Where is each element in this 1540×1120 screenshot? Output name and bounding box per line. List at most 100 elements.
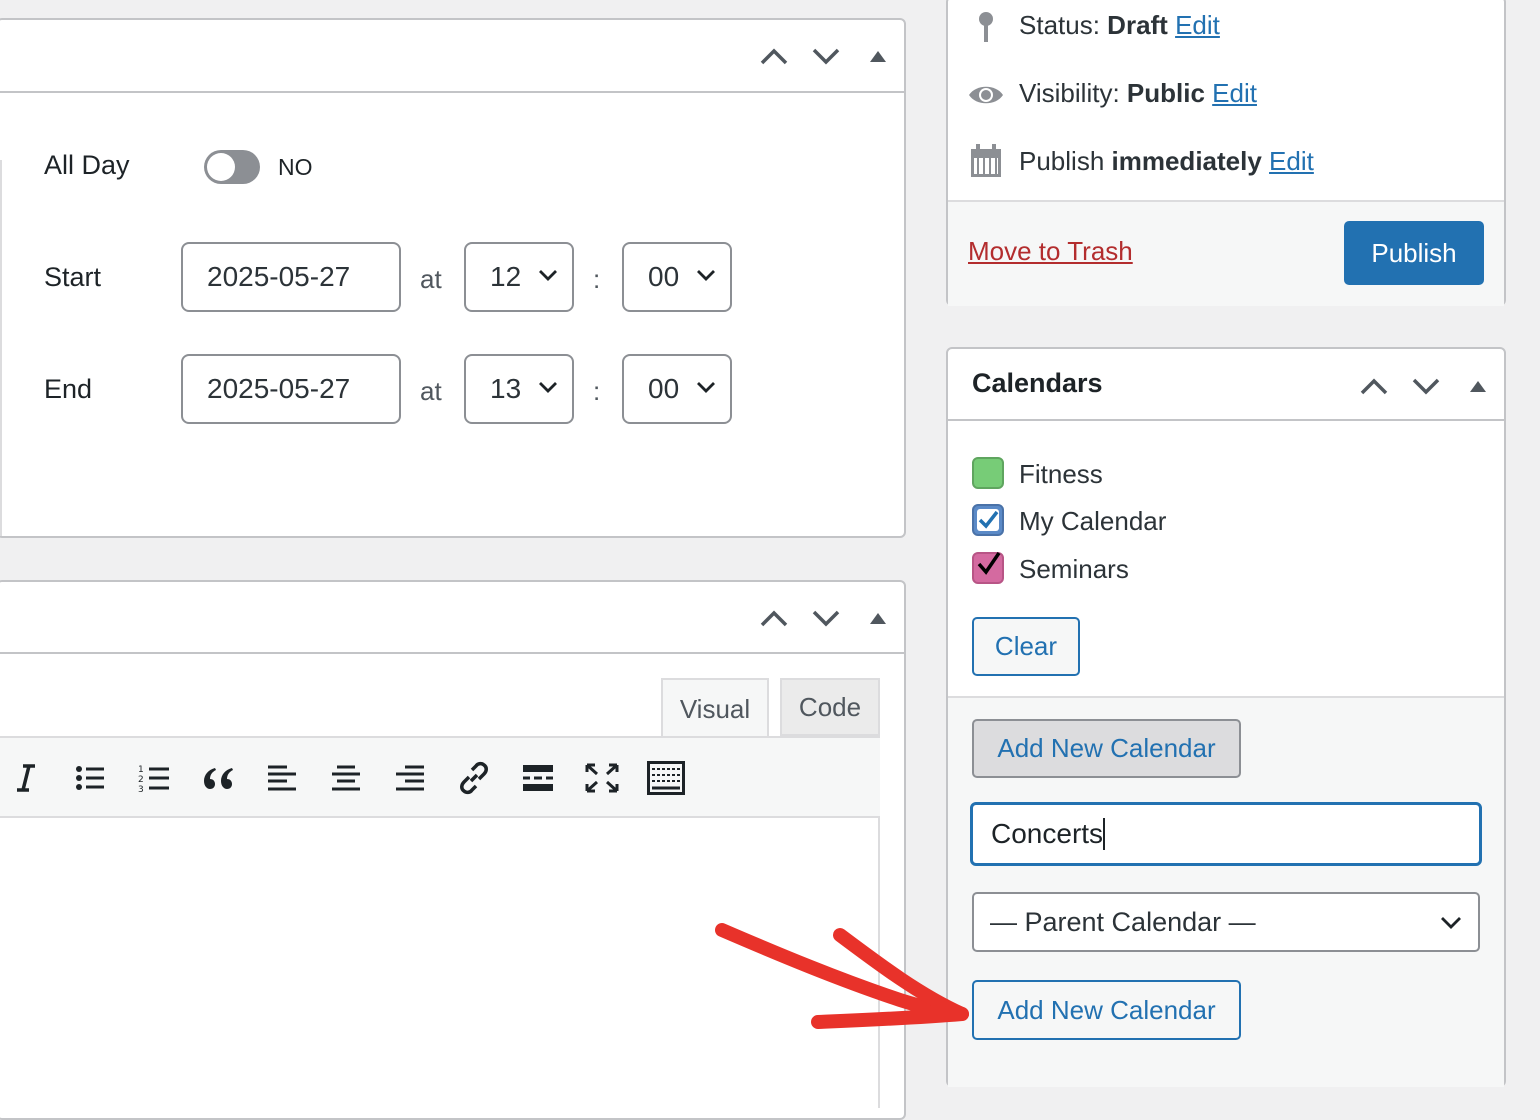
end-minute-value: 00 (648, 373, 680, 404)
parent-calendar-select[interactable]: — Parent Calendar — (972, 892, 1480, 952)
status-label: Status: (1019, 10, 1100, 40)
align-left-icon[interactable] (262, 758, 302, 798)
chevron-down-icon (1441, 917, 1461, 929)
check-inner (977, 509, 999, 531)
all-day-label: All Day (44, 150, 130, 180)
move-down-icon[interactable] (800, 36, 852, 76)
status-row: Status: Draft Edit (1019, 10, 1220, 41)
move-to-trash-link[interactable]: Move to Trash (968, 236, 1133, 267)
clear-button[interactable]: Clear (972, 617, 1080, 676)
italic-icon[interactable] (6, 758, 46, 798)
start-hour-value: 12 (490, 261, 522, 292)
chevron-down-icon (539, 270, 557, 281)
toolbar-toggle-icon[interactable] (646, 758, 686, 798)
end-hour-select[interactable]: 13 (464, 354, 574, 424)
publish-button-label: Publish (1371, 237, 1457, 268)
numbered-list-icon[interactable]: 123 (134, 758, 174, 798)
fitness-label: Fitness (1019, 459, 1103, 489)
svg-text:2: 2 (138, 775, 144, 785)
toggle-knob (207, 153, 235, 181)
clear-button-label: Clear (994, 631, 1058, 661)
chevron-down-icon (697, 382, 715, 393)
end-colon: : (593, 376, 601, 406)
start-label: Start (44, 262, 102, 292)
align-center-icon[interactable] (326, 758, 366, 798)
visibility-row: Visibility: Public Edit (1019, 78, 1257, 109)
editor-toolbar (0, 736, 880, 818)
editor-box-controls (748, 598, 904, 638)
move-up-icon[interactable] (748, 598, 800, 638)
publish-edit-link[interactable]: Edit (1269, 146, 1314, 176)
all-day-toggle[interactable] (204, 150, 260, 184)
end-minute-select[interactable]: 00 (622, 354, 732, 424)
calendars-title: Calendars (972, 368, 1103, 398)
start-colon: : (593, 264, 601, 294)
seminars-checkbox[interactable] (972, 552, 1004, 584)
blockquote-icon[interactable] (198, 758, 238, 798)
left-gridline (0, 160, 2, 536)
visibility-edit-link[interactable]: Edit (1212, 78, 1257, 108)
annotation-arrow (715, 923, 969, 1029)
calendars-box-controls (1348, 366, 1504, 406)
checkmark-icon (977, 552, 1001, 575)
move-down-icon[interactable] (800, 598, 852, 638)
end-date-input[interactable]: 2025-05-27 (181, 354, 401, 424)
event-details-box (0, 18, 906, 538)
calendar-icon (971, 144, 1001, 177)
tab-visual-label: Visual (679, 693, 751, 724)
publish-value: immediately (1111, 146, 1262, 176)
event-box-header-divider (0, 91, 904, 93)
collapse-icon[interactable] (852, 36, 904, 76)
all-day-value: NO (278, 154, 313, 180)
publish-button[interactable]: Publish (1344, 221, 1484, 285)
status-value: Draft (1107, 10, 1168, 40)
checkmark-icon (978, 510, 999, 529)
my-calendar-checkbox[interactable] (972, 504, 1004, 536)
publish-label: Publish (1019, 146, 1105, 176)
add-new-calendar-submit-button[interactable]: Add New Calendar (972, 980, 1241, 1040)
chevron-down-icon (697, 270, 715, 281)
svg-text:1: 1 (138, 765, 144, 775)
eye-icon (969, 86, 1003, 104)
start-hour-select[interactable]: 12 (464, 242, 574, 312)
end-at-text: at (420, 376, 442, 406)
fullscreen-icon[interactable] (582, 758, 622, 798)
move-down-icon[interactable] (1400, 366, 1452, 406)
fitness-checkbox[interactable] (972, 457, 1004, 489)
pin-icon (979, 12, 993, 42)
align-right-icon[interactable] (390, 758, 430, 798)
add-new-calendar-toggle-label: Add New Calendar (997, 733, 1216, 763)
publish-date-row: Publish immediately Edit (1019, 146, 1314, 177)
visibility-value: Public (1126, 78, 1205, 108)
start-date-input[interactable]: 2025-05-27 (181, 242, 401, 312)
collapse-icon[interactable] (1452, 366, 1504, 406)
bullet-list-icon[interactable] (70, 758, 110, 798)
start-minute-value: 00 (648, 261, 680, 292)
visibility-label: Visibility: (1019, 78, 1120, 108)
add-new-calendar-toggle[interactable]: Add New Calendar (972, 719, 1241, 778)
move-up-icon[interactable] (1348, 366, 1400, 406)
chevron-down-icon (539, 382, 557, 393)
editor-box-header-divider (0, 652, 904, 654)
tab-code-label: Code (798, 691, 862, 722)
svg-text:3: 3 (138, 785, 144, 793)
parent-calendar-select-value: — Parent Calendar — (990, 906, 1256, 937)
tab-visual[interactable]: Visual (661, 678, 769, 738)
my-calendar-label: My Calendar (1019, 506, 1167, 536)
start-minute-select[interactable]: 00 (622, 242, 732, 312)
tab-code[interactable]: Code (780, 678, 880, 736)
text-cursor (1103, 818, 1106, 850)
status-edit-link[interactable]: Edit (1175, 10, 1220, 40)
calendars-header-divider (948, 419, 1504, 421)
event-box-controls (748, 36, 904, 76)
end-label: End (44, 374, 93, 404)
new-calendar-name-input[interactable]: Concerts (970, 802, 1482, 866)
seminars-label: Seminars (1019, 554, 1129, 584)
start-at-text: at (420, 264, 442, 294)
link-icon[interactable] (454, 758, 494, 798)
move-up-icon[interactable] (748, 36, 800, 76)
collapse-icon[interactable] (852, 598, 904, 638)
end-hour-value: 13 (490, 373, 522, 404)
new-calendar-name-value: Concerts (991, 818, 1104, 849)
read-more-icon[interactable] (518, 758, 558, 798)
